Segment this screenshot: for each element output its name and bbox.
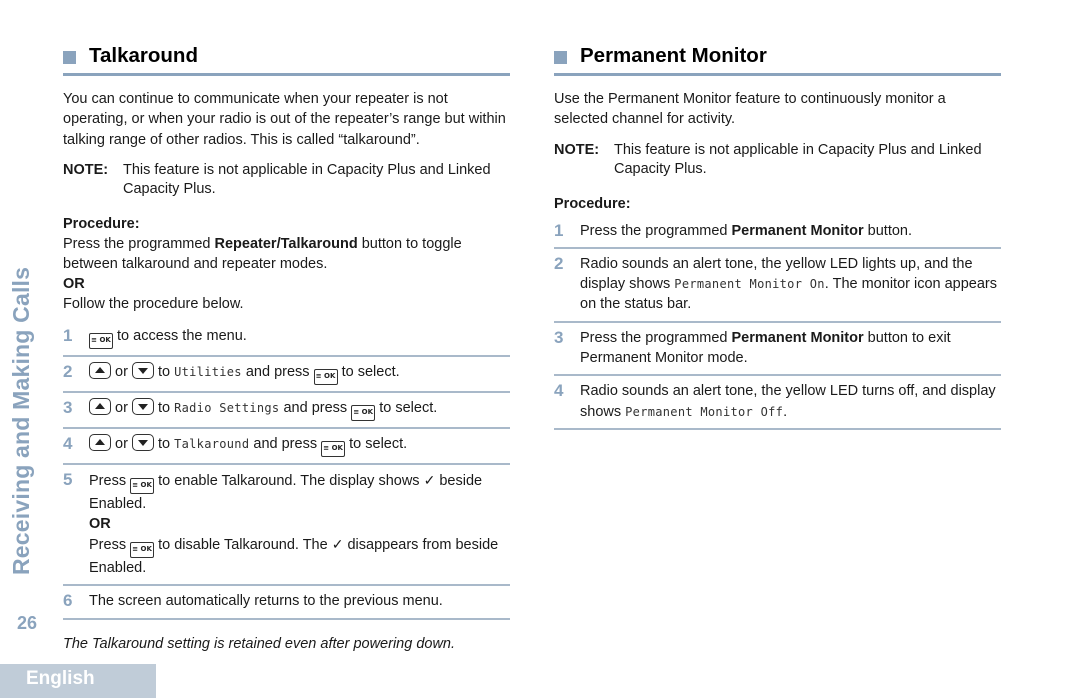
text: Press the programmed [580,222,732,239]
section-title: Talkaround [89,44,198,67]
menu-ok-key-icon: ≡ OK [130,477,155,494]
footnote: The Talkaround setting is retained even … [63,635,456,652]
step-text: to access the menu. [113,327,247,344]
text: . [783,403,788,420]
permanent-monitor-steps: 1 Press the programmed Permanent Monitor… [554,216,1001,430]
menu-ok-key-icon: ≡ OK [321,440,346,457]
button-name: Repeater/Talkaround [214,235,358,252]
or-label: OR [89,516,111,533]
chapter-title: Receiving and Making Calls [8,266,34,575]
down-arrow-key-icon [131,397,154,415]
step-5: 5 Press ≡ OK to enable Talkaround. The d… [63,465,510,587]
step-number: 3 [554,327,564,347]
step-number: 4 [554,381,564,401]
step-number: 4 [63,433,73,453]
note-text: This feature is not applicable in Capaci… [123,161,491,198]
text: Press [89,472,131,489]
intro-paragraph: Use the Permanent Monitor feature to con… [554,91,946,128]
text: to select. [345,435,408,452]
up-arrow-key-icon [89,361,111,379]
button-name: Permanent Monitor [731,329,864,346]
text: to [153,435,175,452]
step-1: 1 Press the programmed Permanent Monitor… [554,216,1001,249]
text: to select. [375,399,438,416]
text: to enable Talkaround. The display shows [154,472,424,489]
language-label: English [26,668,95,689]
note-label: NOTE: [554,141,600,158]
text: or [111,435,132,452]
text: button. [863,222,913,239]
page-number: 26 [17,613,38,633]
note: NOTE: This feature is not applicable in … [554,141,1001,180]
menu-item-name: Talkaround [174,436,250,451]
text: or [111,363,132,380]
text: Press [89,537,131,554]
language-tab: English [0,664,156,698]
procedure-label: Procedure: [554,195,631,212]
step-6: 6 The screen automatically returns to th… [63,586,510,620]
step-4: 4 Radio sounds an alert tone, the yellow… [554,376,1001,430]
text: and press [241,363,314,380]
note-text: This feature is not applicable in Capaci… [614,141,982,178]
note-label: NOTE: [63,161,109,178]
menu-ok-key-icon: ≡ OK [89,332,113,349]
menu-item-name: Utilities [174,364,242,379]
display-text: Permanent Monitor On [674,277,825,292]
step-number: 2 [554,253,564,273]
up-arrow-key-icon [89,397,111,415]
text: Press the programmed [580,329,732,346]
step-3: 3 Press the programmed Permanent Monitor… [554,323,1001,377]
text: to disable Talkaround. The [154,537,332,554]
menu-ok-key-icon: ≡ OK [130,542,155,559]
note: NOTE: This feature is not applicable in … [63,161,510,200]
step-number: 1 [63,325,73,345]
step-4: 4 or to Talkaround and press ≡ OK to sel… [63,429,510,465]
step-number: 6 [63,591,73,611]
step-2: 2 or to Utilities and press ≡ OK to sele… [63,357,510,393]
follow-text: Follow the procedure below. [63,296,244,313]
step-2: 2 Radio sounds an alert tone, the yellow… [554,249,1001,323]
permanent-monitor-section: Permanent Monitor Use the Permanent Moni… [554,44,1001,430]
display-text: Permanent Monitor Off [625,404,784,419]
button-name: Permanent Monitor [731,222,864,239]
text: or [111,399,132,416]
step-number: 1 [554,220,564,240]
talkaround-steps: 1 ≡ OK to access the menu. 2 or to Utili… [63,321,510,620]
menu-item-name: Radio Settings [174,400,280,415]
down-arrow-key-icon [131,433,154,451]
menu-ok-key-icon: ≡ OK [313,368,338,385]
or-label: OR [63,276,85,293]
text: and press [279,399,352,416]
step-text: The screen automatically returns to the … [89,593,443,610]
menu-ok-key-icon: ≡ OK [351,404,376,421]
down-arrow-key-icon [131,361,154,379]
procedure-label: Procedure: [63,215,140,232]
text: to [153,363,175,380]
talkaround-section: Talkaround You can continue to communica… [63,44,510,654]
section-title: Permanent Monitor [580,44,767,67]
square-bullet-icon [554,51,567,64]
text: and press [249,435,322,452]
procedure-intro: Press the programmed Repeater/Talkaround… [63,234,510,275]
step-number: 3 [63,397,73,417]
text: to select. [337,363,400,380]
text: to [153,399,175,416]
section-header: Permanent Monitor [554,44,1001,76]
step-3: 3 or to Radio Settings and press ≡ OK to… [63,393,510,429]
text: Press the programmed [63,235,215,252]
square-bullet-icon [63,51,76,64]
up-arrow-key-icon [89,433,111,451]
intro-paragraph: You can continue to communicate when you… [63,91,506,148]
step-number: 2 [63,361,73,381]
section-header: Talkaround [63,44,510,76]
checkmark-icon: ✓ [331,536,344,553]
step-1: 1 ≡ OK to access the menu. [63,321,510,357]
checkmark-icon: ✓ [423,471,436,488]
step-number: 5 [63,469,73,489]
